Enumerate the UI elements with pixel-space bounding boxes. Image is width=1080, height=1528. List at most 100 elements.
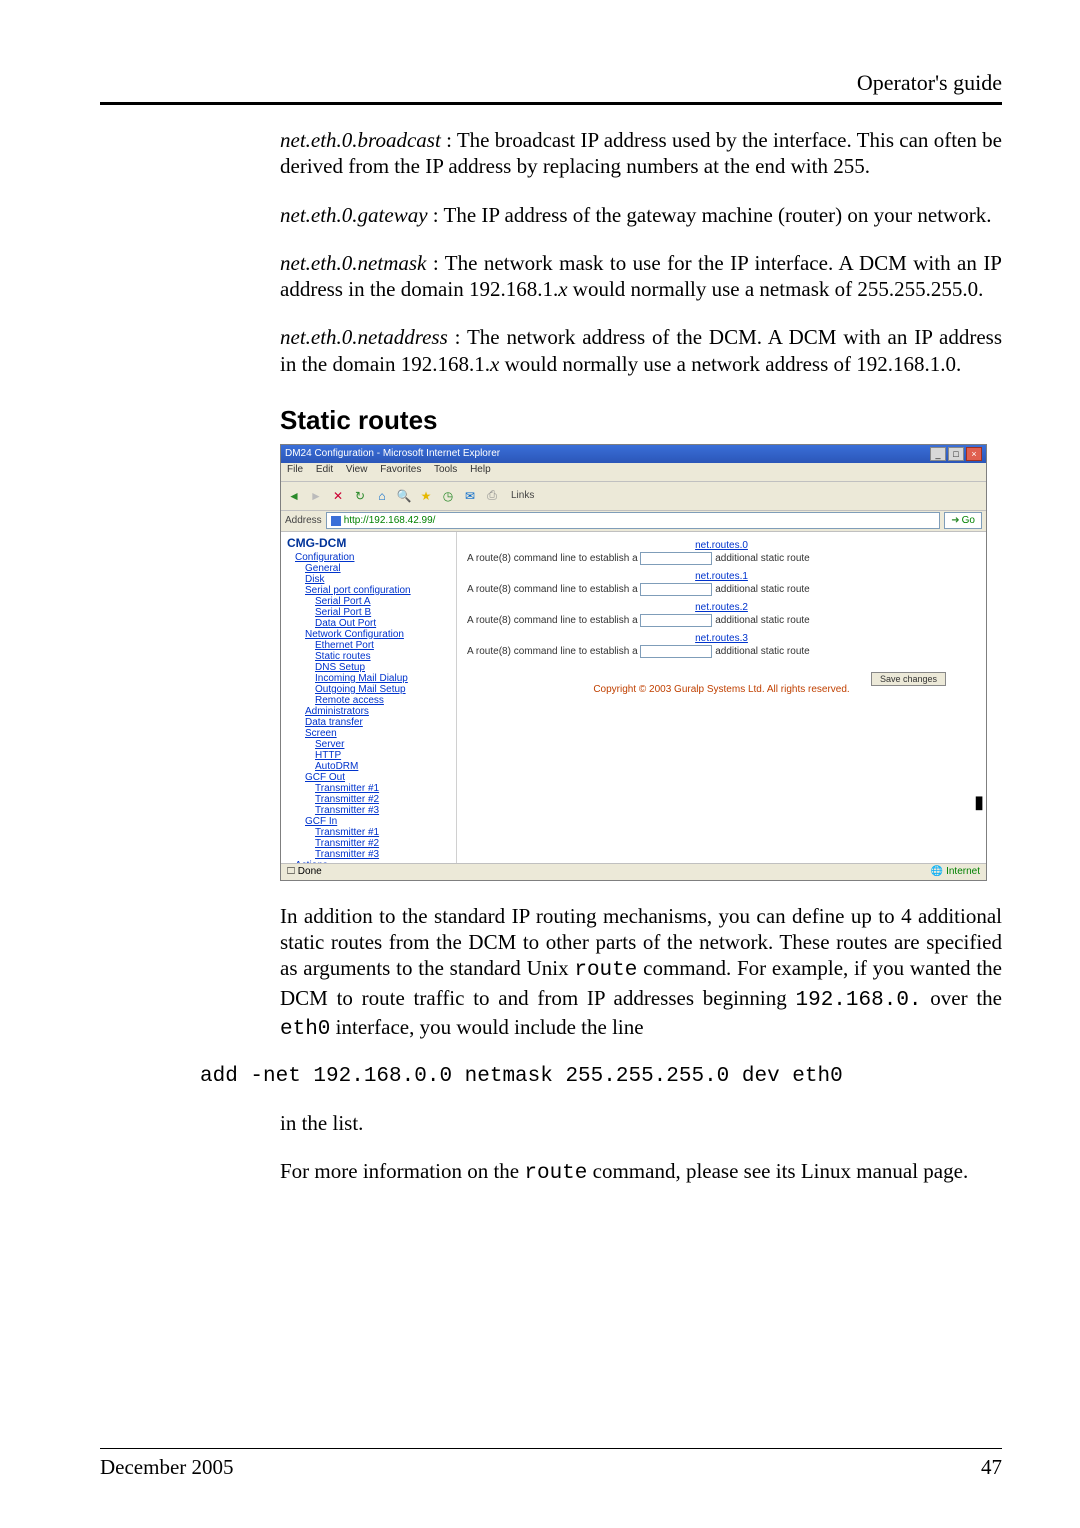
page-footer: December 2005 47	[100, 1448, 1002, 1480]
sidebar-item[interactable]: DNS Setup	[287, 662, 452, 673]
nav-sidebar: CMG-DCM ConfigurationGeneralDiskSerial p…	[281, 532, 457, 867]
para-static-routes-intro: In addition to the standard IP routing m…	[280, 903, 1002, 1043]
para-netaddress: net.eth.0.netaddress : The network addre…	[280, 324, 1002, 377]
route-key: net.routes.3	[467, 633, 976, 644]
search-icon[interactable]: 🔍	[395, 487, 413, 505]
sidebar-item[interactable]: HTTP	[287, 750, 452, 761]
done-icon: 🞎	[287, 866, 295, 877]
sidebar-item[interactable]: Data transfer	[287, 717, 452, 728]
para-more-info: For more information on the route comman…	[280, 1158, 1002, 1187]
save-changes-button[interactable]: Save changes	[871, 672, 946, 686]
forward-button[interactable]: ►	[307, 487, 325, 505]
go-icon: ➜	[951, 513, 959, 528]
home-button[interactable]: ⌂	[373, 487, 391, 505]
route-key: net.routes.2	[467, 602, 976, 613]
close-button[interactable]: ×	[966, 447, 982, 461]
status-left: 🞎 Done	[287, 866, 322, 877]
route-command-example: add -net 192.168.0.0 netmask 255.255.255…	[200, 1065, 1002, 1088]
para-gateway: net.eth.0.gateway : The IP address of th…	[280, 202, 1002, 228]
favorites-icon[interactable]: ★	[417, 487, 435, 505]
param-netaddress: net.eth.0.netaddress	[280, 325, 448, 349]
menu-file[interactable]: File	[287, 464, 303, 475]
links-label: Links	[511, 490, 534, 501]
route-desc: A route(8) command line to establish a a…	[467, 583, 976, 596]
sidebar-item[interactable]: Outgoing Mail Setup	[287, 684, 452, 695]
sidebar-item[interactable]: Serial Port B	[287, 607, 452, 618]
route-input[interactable]	[640, 583, 712, 596]
footer-date: December 2005	[100, 1455, 234, 1480]
sidebar-item[interactable]: Administrators	[287, 706, 452, 717]
back-button[interactable]: ◄	[285, 487, 303, 505]
sidebar-item[interactable]: General	[287, 563, 452, 574]
sidebar-item[interactable]: Transmitter #3	[287, 805, 452, 816]
footer-page-number: 47	[981, 1455, 1002, 1480]
page-header-right: Operator's guide	[100, 70, 1002, 98]
menu-view[interactable]: View	[346, 464, 368, 475]
maximize-button[interactable]: □	[948, 447, 964, 461]
sidebar-title: CMG-DCM	[287, 536, 452, 550]
print-icon[interactable]: ⎙	[483, 487, 501, 505]
address-bar: Address http://192.168.42.99/ ➜ Go	[281, 511, 986, 532]
sidebar-item[interactable]: GCF Out	[287, 772, 452, 783]
browser-window: DM24 Configuration - Microsoft Internet …	[280, 444, 987, 881]
sidebar-item[interactable]: GCF In	[287, 816, 452, 827]
param-broadcast: net.eth.0.broadcast	[280, 128, 441, 152]
address-label: Address	[285, 515, 322, 526]
section-heading-static-routes: Static routes	[280, 405, 1002, 436]
header-rule	[100, 102, 1002, 105]
status-bar: 🞎 Done 🌐 Internet	[281, 863, 986, 880]
menu-edit[interactable]: Edit	[316, 464, 333, 475]
mail-icon[interactable]: ✉	[461, 487, 479, 505]
menu-tools[interactable]: Tools	[434, 464, 457, 475]
window-titlebar: DM24 Configuration - Microsoft Internet …	[281, 445, 986, 463]
para-in-the-list: in the list.	[280, 1110, 1002, 1136]
main-panel: net.routes.0A route(8) command line to e…	[457, 532, 986, 867]
sidebar-item[interactable]: Ethernet Port	[287, 640, 452, 651]
sidebar-item[interactable]: Transmitter #2	[287, 794, 452, 805]
route-desc: A route(8) command line to establish a a…	[467, 552, 976, 565]
param-gateway: net.eth.0.gateway	[280, 203, 428, 227]
menu-help[interactable]: Help	[470, 464, 491, 475]
toolbar: ◄ ► ✕ ↻ ⌂ 🔍 ★ ◷ ✉ ⎙ Links	[281, 482, 986, 511]
route-key: net.routes.1	[467, 571, 976, 582]
para-netmask: net.eth.0.netmask : The network mask to …	[280, 250, 1002, 303]
route-input[interactable]	[640, 614, 712, 627]
sidebar-item[interactable]: Transmitter #1	[287, 827, 452, 838]
para-broadcast: net.eth.0.broadcast : The broadcast IP a…	[280, 127, 1002, 180]
menu-favorites[interactable]: Favorites	[380, 464, 421, 475]
sidebar-item[interactable]: Transmitter #1	[287, 783, 452, 794]
sidebar-item[interactable]: Serial port configuration	[287, 585, 452, 596]
sidebar-item[interactable]: AutoDRM	[287, 761, 452, 772]
address-input[interactable]: http://192.168.42.99/	[326, 512, 941, 529]
menu-bar: File Edit View Favorites Tools Help	[281, 463, 986, 482]
footer-rule	[100, 1448, 1002, 1449]
param-netmask: net.eth.0.netmask	[280, 251, 426, 275]
window-controls: _ □ ×	[930, 447, 982, 461]
route-desc: A route(8) command line to establish a a…	[467, 614, 976, 627]
minimize-button[interactable]: _	[930, 447, 946, 461]
refresh-button[interactable]: ↻	[351, 487, 369, 505]
stop-button[interactable]: ✕	[329, 487, 347, 505]
route-input[interactable]	[640, 552, 712, 565]
sidebar-item[interactable]: Incoming Mail Dialup	[287, 673, 452, 684]
sidebar-item[interactable]: Transmitter #3	[287, 849, 452, 860]
scrollbar-thumb[interactable]: ▮	[974, 792, 984, 813]
sidebar-item[interactable]: Network Configuration	[287, 629, 452, 640]
status-zone: 🌐 Internet	[931, 866, 980, 877]
sidebar-item[interactable]: Serial Port A	[287, 596, 452, 607]
go-button[interactable]: ➜ Go	[944, 512, 982, 529]
route-input[interactable]	[640, 645, 712, 658]
sidebar-item[interactable]: Server	[287, 739, 452, 750]
sidebar-item[interactable]: Remote access	[287, 695, 452, 706]
route-desc: A route(8) command line to establish a a…	[467, 645, 976, 658]
history-icon[interactable]: ◷	[439, 487, 457, 505]
route-key: net.routes.0	[467, 540, 976, 551]
window-title: DM24 Configuration - Microsoft Internet …	[285, 445, 500, 463]
sidebar-item[interactable]: Configuration	[287, 552, 452, 563]
sidebar-item[interactable]: Data Out Port	[287, 618, 452, 629]
sidebar-item[interactable]: Disk	[287, 574, 452, 585]
sidebar-item[interactable]: Static routes	[287, 651, 452, 662]
sidebar-item[interactable]: Screen	[287, 728, 452, 739]
site-icon	[331, 516, 341, 526]
sidebar-item[interactable]: Transmitter #2	[287, 838, 452, 849]
